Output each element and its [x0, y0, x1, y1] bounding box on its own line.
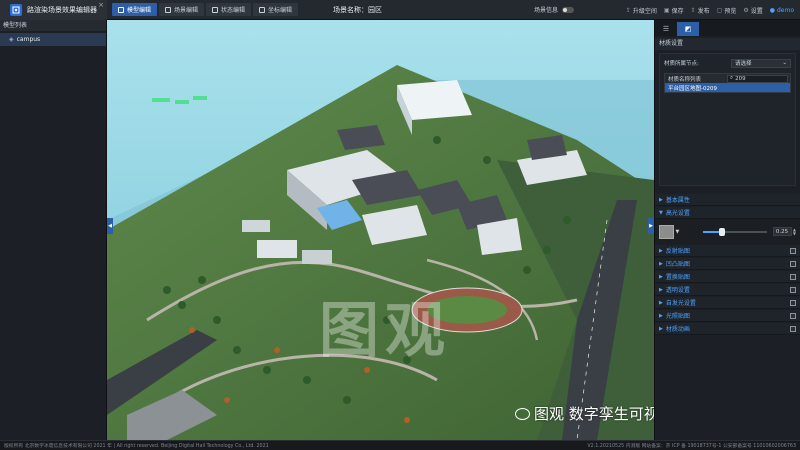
model-item-campus[interactable]: ◈ campus [0, 33, 106, 46]
watermark: 图观 [319, 296, 451, 366]
coordinate-icon [259, 6, 266, 13]
caret-right-icon: ▶ [659, 196, 663, 203]
accordion-highlight-settings[interactable]: ▼ 高光设置 [655, 207, 800, 219]
material-table-header: 材质名称列表 [668, 76, 702, 83]
caret-right-icon: ▶ [659, 260, 663, 267]
grid-icon [212, 6, 219, 13]
scene-info-toggle[interactable]: 场景信息 [534, 5, 575, 14]
model-list-title: 模型列表 [0, 20, 106, 31]
settings-button[interactable]: ⚙ 设置 [743, 6, 762, 15]
highlight-settings-body: ▼ 0.25 ▲ ▼ [655, 219, 800, 244]
model-item-label: campus [16, 36, 41, 43]
footer: 版权所有 北京数字冰雹信息技术有限公司 2021 年 | All right r… [0, 440, 800, 450]
highlight-slider[interactable] [703, 227, 767, 236]
top-actions: ⇪ 升级空间 ▣ 保存 ⇧ 发布 ▢ 预览 ⚙ 设置 ● demo [626, 0, 800, 20]
material-node-select[interactable]: 请选择 ⌄ [731, 58, 791, 68]
accordion-reflection-map[interactable]: ▶ 反射贴图 [655, 245, 800, 257]
accordion-basic-properties[interactable]: ▶ 基本属性 [655, 194, 800, 206]
value-stepper[interactable]: ▲ ▼ [793, 227, 796, 236]
preview-button[interactable]: ▢ 预览 [717, 6, 737, 15]
caret-down-icon: ▼ [659, 209, 663, 216]
upgrade-icon: ⇪ [625, 6, 631, 14]
enable-checkbox[interactable] [790, 312, 796, 319]
material-settings-title: 材质设置 [655, 38, 800, 50]
app-title-tab[interactable]: 路渲染场景效果编辑器 × [0, 0, 107, 20]
accordion-transparency[interactable]: ▶ 透明设置 [655, 284, 800, 296]
tab-model-edit[interactable]: 模型编辑 [112, 3, 158, 16]
settings-icon: ⚙ [743, 6, 749, 14]
scene-name: 场景名称：园区 [333, 6, 382, 14]
wechat-icon [515, 407, 530, 420]
mode-tabs: 模型编辑 场景编辑 状态编辑 坐标编辑 [112, 3, 299, 16]
chevron-left-icon: ◀ [108, 223, 112, 229]
toggle-switch[interactable] [562, 6, 575, 13]
material-selector: 材质所属节点: 请选择 ⌄ 材质名称列表 ⌕ 209 平台园区地图-0209 [659, 53, 796, 186]
campus-3d-scene [107, 20, 654, 440]
3d-viewport[interactable]: ◀ ▶ 图观 图观 数字孪生可视化引擎 [107, 20, 654, 440]
tab-list[interactable]: ☰ [655, 22, 677, 36]
enable-checkbox[interactable] [790, 247, 796, 254]
tab-scene-edit[interactable]: 场景编辑 [159, 3, 205, 16]
caret-right-icon: ▶ [659, 299, 663, 306]
tab-state-edit[interactable]: 状态编辑 [206, 3, 252, 16]
material-search-input[interactable]: ⌕ 209 [727, 74, 788, 83]
preview-icon: ▢ [716, 6, 723, 14]
cube-icon [118, 6, 124, 13]
tab-coordinate-edit[interactable]: 坐标编辑 [253, 3, 299, 16]
material-icon: ◩ [684, 25, 692, 33]
chevron-right-icon: ▶ [649, 223, 653, 229]
accordion-light-map[interactable]: ▶ 光照贴图 [655, 310, 800, 322]
search-icon: ⌕ [730, 75, 734, 81]
app-logo-icon [10, 3, 22, 16]
enable-checkbox[interactable] [790, 260, 796, 267]
property-accordions: ▶ 基本属性 ▼ 高光设置 ▼ 0.25 ▲ ▼ ▶ 反射贴图 ▶ 凹凸贴图 ▶ 置换贴图 … [655, 194, 800, 335]
material-table: 材质名称列表 ⌕ 209 平台园区地图-0209 [664, 73, 791, 93]
accordion-bump-map[interactable]: ▶ 凹凸贴图 [655, 258, 800, 270]
caret-right-icon: ▶ [659, 325, 663, 332]
cube-icon: ◈ [9, 36, 14, 43]
publish-icon: ⇧ [690, 6, 696, 14]
accordion-displacement-map[interactable]: ▶ 置换贴图 [655, 271, 800, 283]
tab-material[interactable]: ◩ [677, 22, 699, 36]
enable-checkbox[interactable] [790, 286, 796, 293]
accordion-emissive[interactable]: ▶ 自发光设置 [655, 297, 800, 309]
copyright-text: 版权所有 北京数字冰雹信息技术有限公司 2021 年 | All right r… [4, 444, 269, 449]
app-title: 路渲染场景效果编辑器 [27, 5, 97, 14]
material-row-selected[interactable]: 平台园区地图-0209 [665, 83, 790, 92]
version-text: V2.1.20210525 内测版 网站备案：京 ICP 备 19018737号… [587, 444, 796, 449]
caret-right-icon: ▶ [659, 286, 663, 293]
highlight-color-swatch[interactable] [659, 224, 674, 239]
enable-checkbox[interactable] [790, 299, 796, 306]
scene-icon [165, 6, 172, 13]
save-icon: ▣ [663, 6, 670, 14]
save-button[interactable]: ▣ 保存 [664, 6, 684, 15]
collapse-left-panel-button[interactable]: ◀ [107, 218, 113, 234]
material-node-label: 材质所属节点: [664, 61, 699, 67]
chevron-down-icon[interactable]: ▼ [676, 229, 680, 235]
upgrade-space-button[interactable]: ⇪ 升级空间 [626, 6, 657, 15]
enable-checkbox[interactable] [790, 325, 796, 332]
right-panel-tabs: ☰ ◩ [655, 20, 800, 36]
slider-thumb[interactable] [719, 227, 726, 236]
material-panel: ☰ ◩ 材质设置 材质所属节点: 请选择 ⌄ 材质名称列表 ⌕ 209 平台园区… [654, 20, 800, 440]
caret-right-icon: ▶ [659, 273, 663, 280]
list-icon: ☰ [662, 25, 670, 33]
model-list-panel: 模型列表 ◈ campus [0, 20, 107, 440]
user-menu[interactable]: ● demo [770, 7, 794, 14]
wechat-watermark: 图观 数字孪生可视化引擎 [515, 403, 654, 424]
caret-right-icon: ▶ [659, 312, 663, 319]
publish-button[interactable]: ⇧ 发布 [691, 6, 710, 15]
accordion-material-animation[interactable]: ▶ 材质动画 [655, 323, 800, 335]
chevron-down-icon: ⌄ [782, 60, 787, 66]
highlight-value-input[interactable]: 0.25 [772, 227, 792, 236]
user-icon: ● [769, 6, 775, 14]
caret-right-icon: ▶ [659, 247, 663, 254]
close-icon[interactable]: × [98, 1, 104, 9]
enable-checkbox[interactable] [790, 273, 796, 280]
top-bar: 路渲染场景效果编辑器 × 模型编辑 场景编辑 状态编辑 坐标编辑 场景名称：园区… [0, 0, 800, 20]
